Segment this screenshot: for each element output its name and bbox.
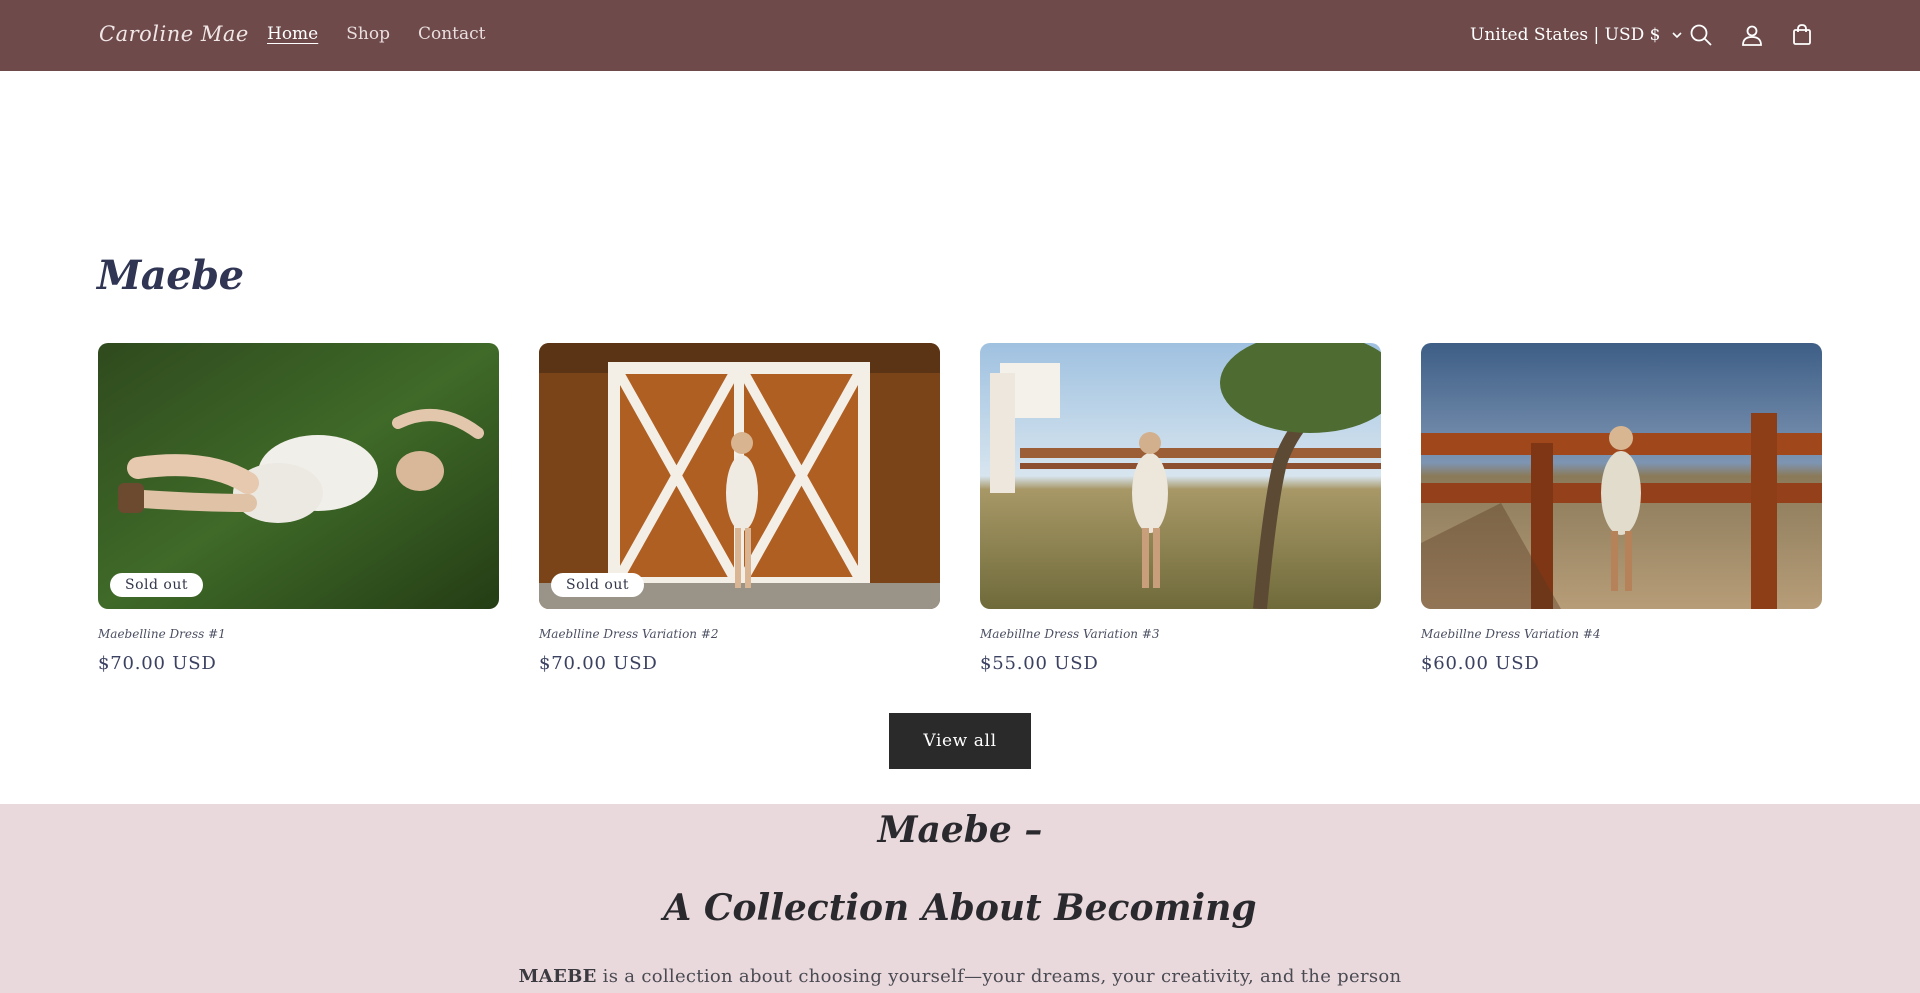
product-card[interactable]: Sold out Maebelline Dress #1 $70.00 USD xyxy=(98,343,499,674)
view-all-button[interactable]: View all xyxy=(889,713,1031,769)
product-name[interactable]: Maebillne Dress Variation #3 xyxy=(980,627,1381,641)
account-icon[interactable] xyxy=(1739,22,1765,48)
chevron-down-icon xyxy=(1672,32,1683,39)
product-image[interactable] xyxy=(1421,343,1822,609)
product-price: $70.00 USD xyxy=(539,653,658,674)
product-price: $60.00 USD xyxy=(1421,653,1540,674)
locale-label: United States | USD $ xyxy=(1470,25,1661,45)
nav-home[interactable]: Home xyxy=(267,24,318,44)
product-card[interactable]: Maebillne Dress Variation #4 $60.00 USD xyxy=(1421,343,1822,674)
story-subtitle: A Collection About Becoming xyxy=(663,887,1257,929)
sold-out-badge: Sold out xyxy=(110,573,203,597)
collection-title: Maebe xyxy=(97,252,244,299)
cart-icon[interactable] xyxy=(1789,22,1815,48)
product-card[interactable]: Maebillne Dress Variation #3 $55.00 USD xyxy=(980,343,1381,674)
site-logo[interactable]: Caroline Mae xyxy=(99,22,249,46)
product-name[interactable]: Maebelline Dress #1 xyxy=(98,627,499,641)
story-text-rest: is a collection about choosing yourself—… xyxy=(596,966,1402,987)
sold-out-badge: Sold out xyxy=(551,573,644,597)
nav-shop[interactable]: Shop xyxy=(346,24,390,44)
product-price: $55.00 USD xyxy=(980,653,1099,674)
main-nav: Home Shop Contact xyxy=(267,24,485,44)
product-price: $70.00 USD xyxy=(98,653,217,674)
product-card[interactable]: Sold out Maeblline Dress Variation #2 $7… xyxy=(539,343,940,674)
product-image[interactable]: Sold out xyxy=(539,343,940,609)
product-image[interactable] xyxy=(980,343,1381,609)
product-name[interactable]: Maeblline Dress Variation #2 xyxy=(539,627,940,641)
story-text: MAEBE is a collection about choosing you… xyxy=(0,966,1920,987)
story-text-bold: MAEBE xyxy=(518,966,597,987)
country-currency-selector[interactable]: United States | USD $ xyxy=(1470,25,1684,45)
story-title: Maebe – xyxy=(877,809,1043,851)
site-header: Caroline Mae Home Shop Contact United St… xyxy=(0,0,1920,71)
nav-contact[interactable]: Contact xyxy=(418,24,486,44)
search-icon[interactable] xyxy=(1688,22,1714,48)
product-image[interactable]: Sold out xyxy=(98,343,499,609)
product-name[interactable]: Maebillne Dress Variation #4 xyxy=(1421,627,1822,641)
